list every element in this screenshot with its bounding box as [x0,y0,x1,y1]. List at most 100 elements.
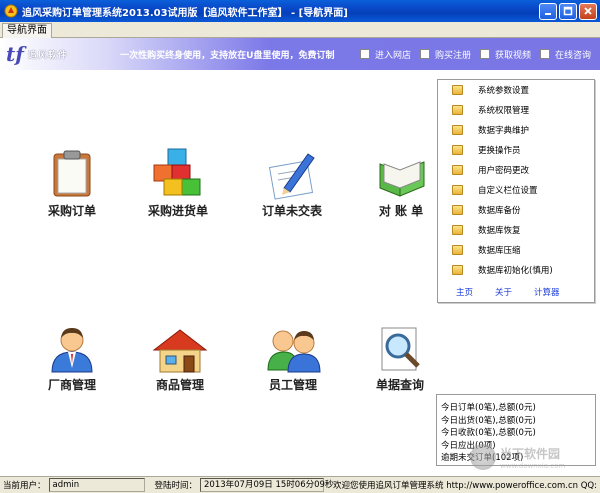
menu-change-password[interactable]: 用户密码更改 [452,164,529,176]
tab-navigation[interactable]: 导航界面 [2,23,52,39]
book-icon [379,161,425,197]
checkbox-icon [479,49,490,59]
cubes-icon [153,148,201,196]
menu-switch-operator[interactable]: 更换操作员 [452,144,521,156]
link-enter-shop[interactable]: 进入网店 [359,48,411,61]
folder-icon [452,105,463,115]
folder-icon [452,205,463,215]
folder-icon [452,265,463,275]
menu-label: 数据库恢复 [478,226,521,236]
link-label: 在线咨询 [554,50,591,61]
link-label: 获取视频 [494,50,531,61]
folder-icon [452,145,463,155]
link-about[interactable]: 关于 [495,286,512,298]
folder-icon [452,125,463,135]
slogan: 一次性购买终身使用，支持放在U盘里使用，免费订制 [120,50,335,61]
login-time-value: 2013年07月09日 15时06分09秒 [200,478,333,492]
menu-label: 系统参数设置 [478,86,530,96]
current-user-value: admin [48,478,146,492]
nav-label: 对 账 单 [378,204,424,218]
watermark-logo-icon [470,444,496,470]
minimize-icon [545,13,551,15]
checkbox-icon [539,49,550,59]
nav-label: 采购进货单 [147,204,208,218]
current-user-label: 当前用户： [3,481,46,491]
nav-purchase-order[interactable]: 采购订单 [42,150,102,219]
nav-label: 采购订单 [47,204,96,218]
menu-db-backup[interactable]: 数据库备份 [452,204,521,216]
menu-db-restore[interactable]: 数据库恢复 [452,224,521,236]
link-online-consult[interactable]: 在线咨询 [539,48,591,61]
businessman-icon [51,328,93,373]
folder-icon [452,225,463,235]
magnifier-icon [381,327,420,371]
menu-label: 用户密码更改 [478,166,530,176]
title-bar[interactable]: 追风采购订单管理系统2013.03试用版【追风软件工作室】 - [导航界面] [0,0,600,22]
tab-strip: 导航界面 [0,22,600,39]
nav-label: 订单未交表 [262,204,323,218]
link-home[interactable]: 主页 [456,286,473,298]
link-label: 购买注册 [434,50,471,61]
stat-today-shipments: 今日出货(0笔),总额(0元) [441,415,536,426]
link-purchase-register[interactable]: 购买注册 [419,48,471,61]
nav-unfulfilled-orders[interactable]: 订单未交表 [262,150,322,219]
nav-label: 员工管理 [268,378,317,392]
folder-icon [452,245,463,255]
link-label: 进入网店 [374,50,411,61]
pen-paper-icon [268,153,315,200]
house-icon [152,329,208,373]
menu-label: 数据库初始化(慎用) [478,266,553,276]
system-menu-panel: 系统参数设置 系统权限管理 数据字典维护 更换操作员 用户密码更改 自定义栏位设… [437,79,595,303]
nav-document-query[interactable]: 单据查询 [374,324,426,393]
menu-links: 主页 关于 计算器 [456,286,582,298]
folder-icon [452,85,463,95]
nav-employee-management[interactable]: 员工管理 [264,324,322,393]
checkbox-icon [419,49,430,59]
logo-mark: tf [6,42,24,66]
menu-label: 更换操作员 [478,146,521,156]
nav-statement[interactable]: 对 账 单 [376,150,426,219]
login-time-label: 登陆时间： [154,481,197,491]
clipboard-icon [53,150,91,197]
link-calculator[interactable]: 计算器 [534,286,560,298]
banner-links: 进入网店 购买注册 获取视频 在线咨询 [359,48,600,61]
menu-label: 数据字典维护 [478,126,530,136]
status-bar: 当前用户： admin 登陆时间： 2013年07月09日 15时06分09秒 … [0,476,600,493]
stat-today-receipts: 今日收款(0笔),总额(0元) [441,428,536,438]
welcome-text: 欢迎您使用追风订单管理系统 http://www.poweroffice.com… [333,481,597,491]
menu-db-compress[interactable]: 数据库压缩 [452,244,521,256]
checkbox-icon [359,49,370,59]
folder-icon [452,165,463,175]
watermark-sub: www.downxia.com [500,461,566,470]
menu-permissions[interactable]: 系统权限管理 [452,104,529,116]
logo-brand: 追风软件 [27,50,68,61]
nav-product-management[interactable]: 商品管理 [152,328,208,393]
close-icon [584,7,592,15]
stat-today-orders: 今日订单(0笔),总额(0元) [441,403,536,413]
folder-icon [452,185,463,195]
watermark-text: 当下软件园 [500,446,561,461]
window-title: 追风采购订单管理系统2013.03试用版【追风软件工作室】 - [导航界面] [22,7,348,19]
nav-label: 单据查询 [375,378,424,392]
link-get-video[interactable]: 获取视频 [479,48,531,61]
app-icon [4,4,18,18]
menu-custom-fields[interactable]: 自定义栏位设置 [452,184,538,196]
nav-purchase-receipt[interactable]: 采购进货单 [146,146,210,219]
nav-label: 厂商管理 [47,378,96,392]
maximize-icon [563,6,573,16]
menu-label: 数据库备份 [478,206,521,216]
menu-label: 数据库压缩 [478,246,521,256]
group-icon [267,330,321,373]
nav-label: 商品管理 [155,378,204,392]
menu-system-params[interactable]: 系统参数设置 [452,84,529,96]
logo: tf 追风软件 [0,38,94,70]
minimize-button[interactable] [539,2,557,20]
menu-label: 自定义栏位设置 [478,186,538,196]
banner: tf 追风软件 一次性购买终身使用，支持放在U盘里使用，免费订制 进入网店 购买… [0,38,600,70]
watermark: 当下软件园 www.downxia.com [470,442,595,472]
menu-db-initialize[interactable]: 数据库初始化(慎用) [452,264,553,276]
nav-supplier-management[interactable]: 厂商管理 [46,324,98,393]
menu-dictionary[interactable]: 数据字典维护 [452,124,529,136]
close-button[interactable] [579,2,597,20]
maximize-button[interactable] [559,2,577,20]
